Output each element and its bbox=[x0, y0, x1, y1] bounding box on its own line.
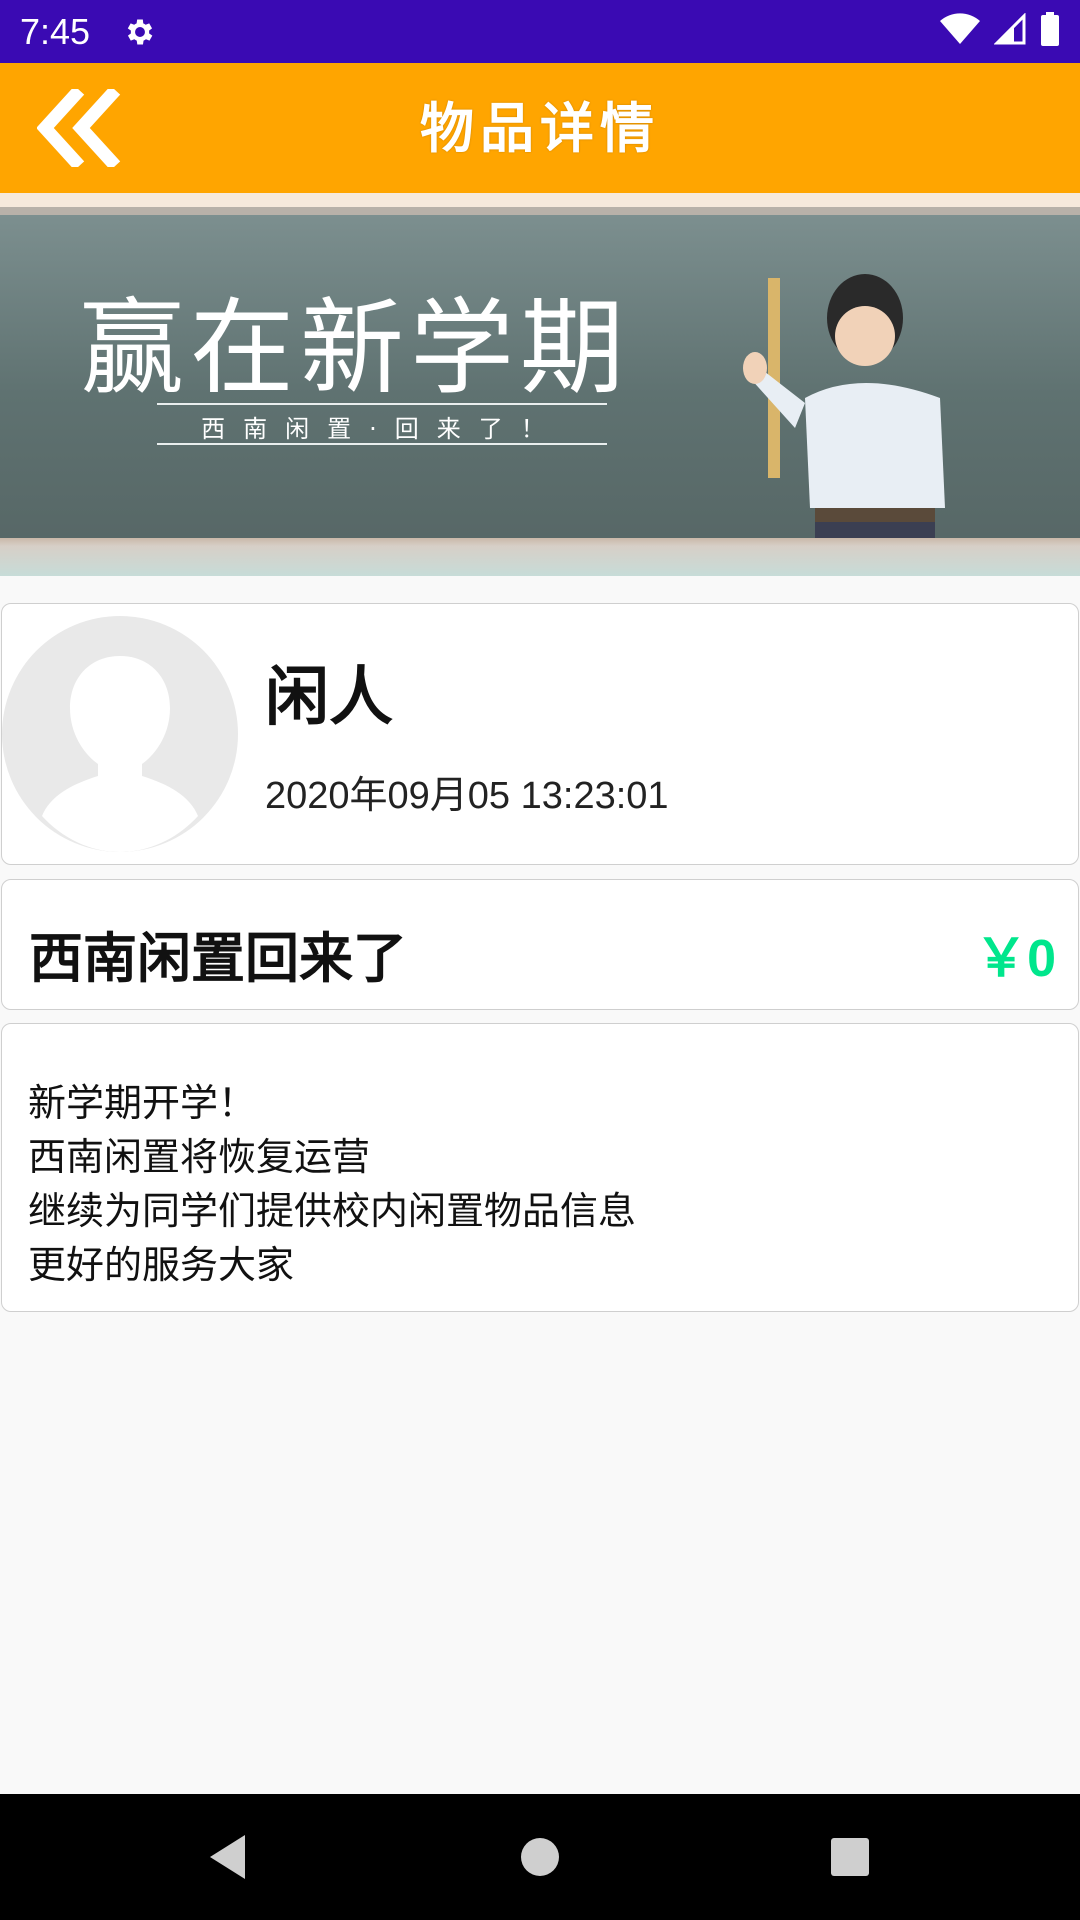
banner-divider bbox=[157, 443, 607, 445]
nav-back-button[interactable] bbox=[195, 1824, 261, 1890]
item-title: 西南闲置回来了 bbox=[29, 927, 407, 990]
banner-headline: 赢在新学期 bbox=[80, 287, 631, 409]
seller-card: 闲人 2020年09月05 13:23:01 bbox=[1, 603, 1079, 865]
item-description-card: 新学期开学！ 西南闲置将恢复运营 继续为同学们提供校内闲置物品信息 更好的服务大… bbox=[1, 1023, 1079, 1312]
banner-image[interactable]: 赢在新学期 西南闲置·回来了！ bbox=[0, 193, 1080, 576]
board-ledge bbox=[0, 538, 1080, 576]
battery-icon bbox=[1040, 12, 1060, 50]
description-line: 新学期开学！ bbox=[28, 1081, 257, 1125]
description-line: 西南闲置将恢复运营 bbox=[28, 1135, 371, 1179]
avatar[interactable] bbox=[2, 616, 238, 852]
nav-home-button[interactable] bbox=[507, 1824, 573, 1890]
app-bar: 物品详情 bbox=[0, 63, 1080, 193]
description-line: 继续为同学们提供校内闲置物品信息 bbox=[28, 1189, 637, 1233]
teacher-illustration bbox=[743, 274, 945, 576]
system-nav-bar bbox=[0, 1794, 1080, 1920]
wifi-icon bbox=[940, 13, 980, 49]
signal-icon bbox=[993, 12, 1026, 49]
status-bar: 7:45 bbox=[0, 0, 1080, 63]
description-line: 更好的服务大家 bbox=[28, 1243, 295, 1287]
item-title-card: 西南闲置回来了 ￥0 bbox=[1, 879, 1079, 1010]
status-time: 7:45 bbox=[20, 10, 91, 52]
item-description: 新学期开学！ 西南闲置将恢复运营 继续为同学们提供校内闲置物品信息 更好的服务大… bbox=[28, 1076, 636, 1292]
post-time: 2020年09月05 13:23:01 bbox=[265, 775, 669, 817]
home-circle-icon bbox=[521, 1838, 559, 1876]
back-triangle-icon bbox=[210, 1835, 245, 1879]
page-title: 物品详情 bbox=[420, 96, 660, 160]
item-price: ￥0 bbox=[975, 930, 1056, 988]
user-silhouette-icon bbox=[42, 656, 198, 852]
gear-icon bbox=[120, 12, 160, 52]
banner-subline: 西南闲置·回来了！ bbox=[201, 415, 563, 443]
nav-recents-button[interactable] bbox=[817, 1824, 883, 1890]
banner-divider bbox=[157, 403, 607, 405]
recents-square-icon bbox=[831, 1838, 869, 1876]
seller-name: 闲人 bbox=[265, 661, 393, 735]
